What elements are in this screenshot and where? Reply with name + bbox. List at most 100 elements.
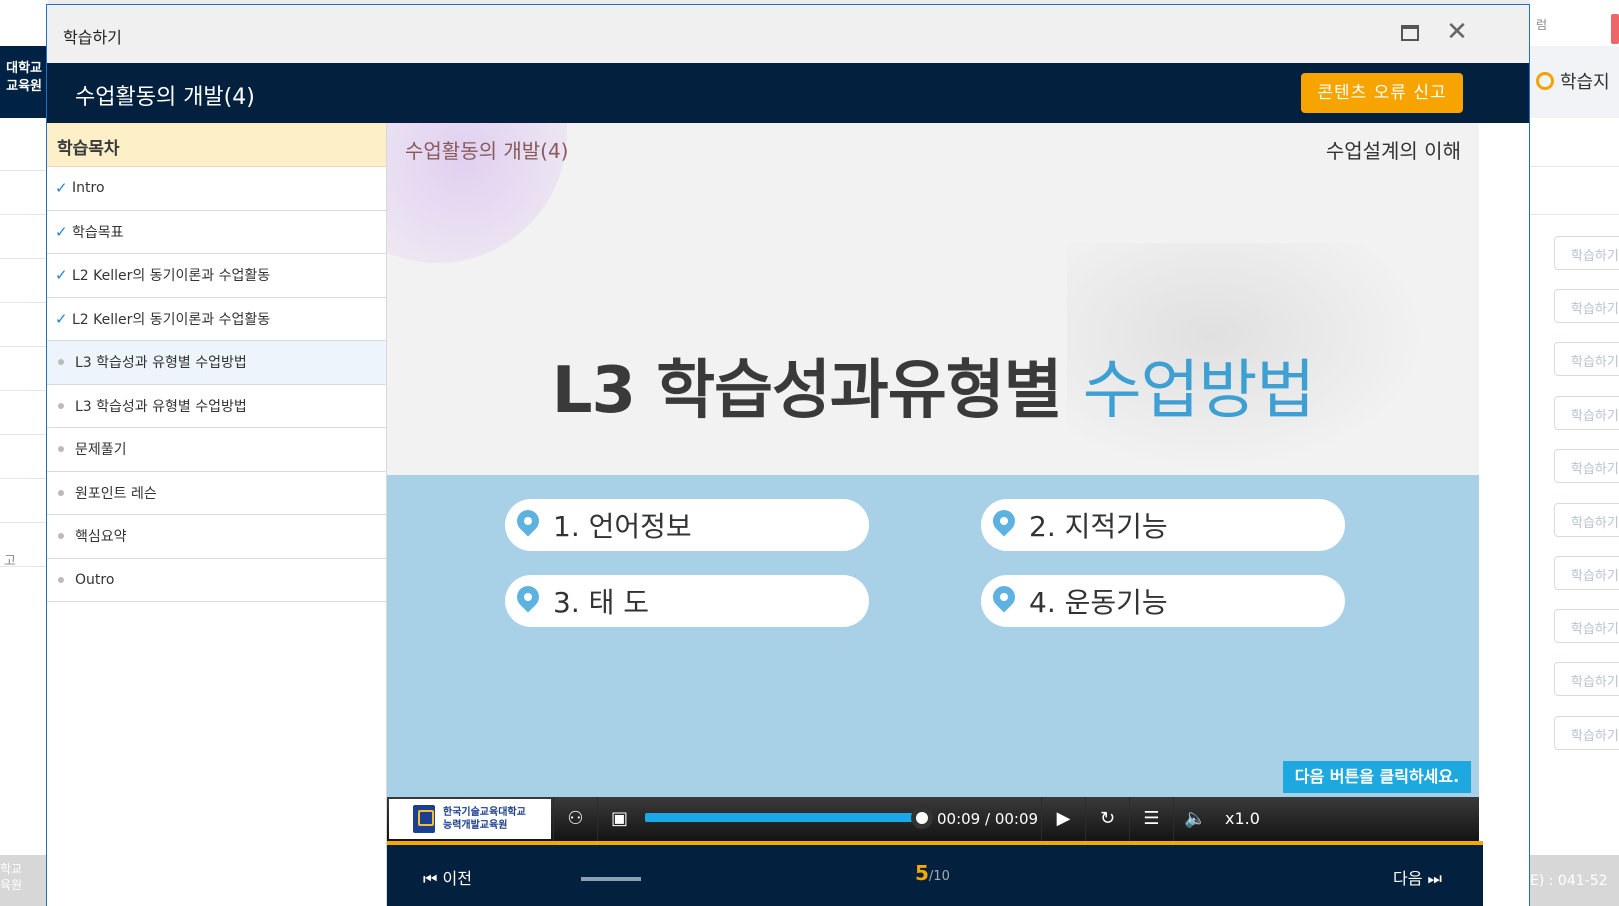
maximize-icon[interactable] bbox=[1401, 25, 1419, 41]
current-page: 5 bbox=[915, 861, 929, 885]
toc-item[interactable]: ✓ L2 Keller의 동기이론과 수업활동 bbox=[47, 254, 386, 298]
toc-heading: 학습목차 bbox=[47, 123, 386, 167]
institution-logo: 한국기술교육대학교능력개발교육원 bbox=[389, 799, 551, 839]
playback-speed[interactable]: x1.0 bbox=[1225, 797, 1260, 841]
list-icon[interactable]: ☰ bbox=[1129, 797, 1173, 841]
background-red-badge bbox=[1611, 14, 1619, 44]
study-window: 학습하기 ✕ 수업활동의 개발(4) 콘텐츠 오류 신고 학습목차 ✓ Intro… bbox=[46, 4, 1530, 906]
option-label: 2. 지적기능 bbox=[1029, 510, 1168, 543]
slide-course-label: 수업활동의 개발(4) bbox=[405, 139, 569, 163]
gear-icon bbox=[1536, 72, 1554, 90]
background-row bbox=[0, 478, 48, 479]
progress-bar[interactable] bbox=[645, 813, 919, 822]
background-row bbox=[0, 390, 48, 391]
folder-icon[interactable]: ▣ bbox=[597, 797, 641, 841]
option-label: 4. 운동기능 bbox=[1029, 586, 1168, 619]
toc-item-label: 원포인트 레슨 bbox=[75, 485, 157, 502]
total-pages: /10 bbox=[928, 869, 950, 884]
person-icon[interactable]: ⚇ bbox=[553, 797, 597, 841]
play-icon[interactable]: ▶ bbox=[1041, 797, 1085, 841]
background-row bbox=[0, 214, 48, 215]
map-pin-icon bbox=[517, 586, 539, 616]
background-row bbox=[0, 434, 48, 435]
background-header-label: 학습지 bbox=[1560, 72, 1610, 93]
bullet-icon bbox=[58, 576, 64, 583]
toc-item-label: L3 학습성과 유형별 수업방법 bbox=[75, 355, 247, 372]
background-study-button[interactable]: 학습하기 bbox=[1554, 716, 1619, 750]
background-page-left: 대학교 교육원 고 학교 육원 bbox=[0, 0, 48, 906]
page-navigation: ⏮ 이전 5/10 다음 ⏭ bbox=[387, 841, 1483, 906]
page-indicator: 5/10 bbox=[915, 861, 950, 885]
course-header: 수업활동의 개발(4) 콘텐츠 오류 신고 bbox=[47, 63, 1529, 123]
logo-line2: 능력개발교육원 bbox=[443, 820, 508, 831]
replay-icon[interactable]: ↻ bbox=[1085, 797, 1129, 841]
logo-text: 한국기술교육대학교능력개발교육원 bbox=[443, 806, 526, 832]
toc-item[interactable]: 문제풀기 bbox=[47, 428, 386, 472]
option-pill[interactable]: 4. 운동기능 bbox=[981, 575, 1345, 627]
bullet-icon bbox=[58, 489, 64, 496]
toc-item-label: 핵심요약 bbox=[75, 529, 127, 546]
toc-item[interactable]: ✓ 학습목표 bbox=[47, 211, 386, 254]
check-icon: ✓ bbox=[55, 309, 68, 328]
background-study-button[interactable]: 학습하기 bbox=[1554, 236, 1619, 270]
progress-knob[interactable] bbox=[911, 807, 933, 829]
background-study-button[interactable]: 학습하기 bbox=[1554, 396, 1619, 430]
map-pin-icon bbox=[517, 510, 539, 540]
background-footer-right: E) : 041-52 bbox=[1530, 855, 1619, 906]
background-row bbox=[0, 302, 48, 303]
table-of-contents: 학습목차 ✓ Intro ✓ 학습목표 ✓ L2 Keller의 동기이론과 수업활동 ✓ L… bbox=[47, 123, 387, 906]
logo-line1: 한국기술교육대학교 bbox=[443, 807, 526, 818]
background-header-left: 대학교 교육원 bbox=[0, 46, 48, 118]
toc-item-label: Outro bbox=[75, 571, 115, 588]
background-study-button[interactable]: 학습하기 bbox=[1554, 289, 1619, 323]
background-header-right: 학습지 bbox=[1530, 46, 1619, 118]
toc-item-label: L2 Keller의 동기이론과 수업활동 bbox=[72, 268, 271, 285]
background-row bbox=[0, 258, 48, 259]
background-study-button[interactable]: 학습하기 bbox=[1554, 609, 1619, 643]
background-study-button[interactable]: 학습하기 bbox=[1554, 556, 1619, 590]
nav-progress bbox=[581, 877, 641, 881]
check-icon: ✓ bbox=[55, 266, 68, 285]
toc-item[interactable]: Outro bbox=[47, 559, 386, 602]
course-title: 수업활동의 개발(4) bbox=[75, 85, 255, 110]
options-panel: 1. 언어정보 2. 지적기능 3. 태 도 4. 운동기능 bbox=[387, 475, 1479, 797]
toc-item[interactable]: ✓ Intro bbox=[47, 167, 386, 211]
next-button[interactable]: 다음 ⏭ bbox=[1393, 865, 1442, 889]
background-top-text: 럼 bbox=[1530, 0, 1619, 46]
background-page-right: 럼 학습지 학습하기 학습하기 학습하기 학습하기 학습하기 학습하기 학습하기… bbox=[1530, 0, 1619, 906]
background-study-button[interactable]: 학습하기 bbox=[1554, 342, 1619, 376]
option-label: 3. 태 도 bbox=[553, 586, 650, 619]
toc-item[interactable]: 핵심요약 bbox=[47, 515, 386, 559]
toc-item-label: 문제풀기 bbox=[75, 442, 127, 459]
emblem-icon bbox=[413, 805, 435, 833]
check-icon: ✓ bbox=[55, 179, 68, 198]
time-display: 00:09 / 00:09 bbox=[937, 810, 1039, 828]
option-pill[interactable]: 2. 지적기능 bbox=[981, 499, 1345, 551]
prev-button[interactable]: ⏮ 이전 bbox=[423, 865, 472, 889]
report-error-button[interactable]: 콘텐츠 오류 신고 bbox=[1301, 73, 1463, 113]
volume-icon[interactable]: 🔈 bbox=[1173, 797, 1217, 841]
map-pin-icon bbox=[993, 586, 1015, 616]
bullet-icon bbox=[58, 446, 64, 453]
toc-item-label: L3 학습성과 유형별 수업방법 bbox=[75, 398, 247, 415]
background-study-button[interactable]: 학습하기 bbox=[1554, 662, 1619, 696]
background-side-text: 고 bbox=[4, 554, 16, 569]
toc-item[interactable]: ✓ L2 Keller의 동기이론과 수업활동 bbox=[47, 298, 386, 341]
background-footer-left: 학교 육원 bbox=[0, 855, 48, 906]
toc-item[interactable]: 원포인트 레슨 bbox=[47, 472, 386, 515]
background-row bbox=[0, 346, 48, 347]
option-pill[interactable]: 1. 언어정보 bbox=[505, 499, 869, 551]
option-pill[interactable]: 3. 태 도 bbox=[505, 575, 869, 627]
background-row bbox=[0, 170, 48, 171]
background-study-button[interactable]: 학습하기 bbox=[1554, 503, 1619, 537]
background-row bbox=[1530, 166, 1619, 167]
bullet-icon bbox=[58, 402, 64, 409]
slide-unit-label: 수업설계의 이해 bbox=[1325, 139, 1461, 163]
toc-item[interactable]: L3 학습성과 유형별 수업방법 bbox=[47, 341, 386, 385]
toc-item[interactable]: L3 학습성과 유형별 수업방법 bbox=[47, 385, 386, 428]
toc-item-label: 학습목표 bbox=[72, 224, 124, 241]
bullet-icon bbox=[58, 359, 64, 366]
close-icon[interactable]: ✕ bbox=[1441, 17, 1473, 49]
slide-heading-main: L3 학습성과유형별 bbox=[551, 354, 1083, 428]
background-study-button[interactable]: 학습하기 bbox=[1554, 449, 1619, 483]
